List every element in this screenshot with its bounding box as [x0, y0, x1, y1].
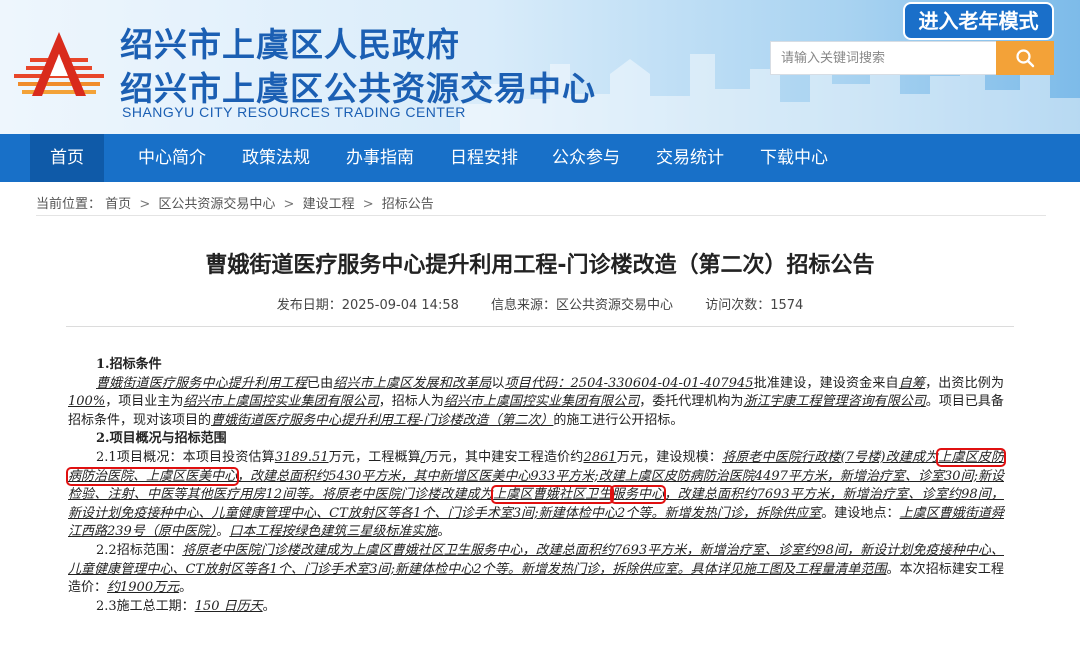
main-nav: 首页 中心简介 政策法规 办事指南 日程安排 公众参与 交易统计 下载中心: [0, 134, 1080, 182]
shangyu-logo-icon: [14, 32, 104, 96]
section-1-heading: 1.招标条件: [96, 357, 162, 372]
nav-item-policy[interactable]: 政策法规: [230, 134, 322, 182]
breadcrumb-construction[interactable]: 建设工程: [303, 197, 355, 212]
search-button[interactable]: [996, 41, 1054, 75]
tender-cost: 约1900万元: [107, 580, 180, 596]
nav-item-guide[interactable]: 办事指南: [334, 134, 426, 182]
nav-item-home[interactable]: 首页: [30, 134, 104, 182]
highlight-box-health-center: 上虞区曹娥社区卫生: [491, 485, 614, 505]
info-source-value: 区公共资源交易中心: [556, 298, 674, 313]
section-2-heading: 2.项目概况与招标范围: [96, 431, 227, 447]
publish-date: 发布日期：2025-09-04 14:58: [277, 298, 459, 313]
project-name: 曹娥街道医疗服务中心提升利用工程: [96, 375, 307, 391]
breadcrumb-prefix: 当前位置：: [36, 197, 102, 212]
construction-scale: 将原老中医院行政楼(7号楼)改建成为: [722, 449, 939, 465]
breadcrumb-separator: >: [362, 197, 374, 212]
article-title: 曹娥街道医疗服务中心提升利用工程-门诊楼改造（第二次）招标公告: [205, 253, 875, 278]
green-building-standard: 口本工程按绿色建筑三星级标准实施: [229, 524, 438, 540]
section-2-3-paragraph: 2.3施工总工期：150 日历天。: [68, 598, 1004, 617]
text-segment: 万元，建设规模：: [616, 449, 723, 465]
nav-item-public[interactable]: 公众参与: [540, 134, 632, 182]
text-segment: 万元，其中建安工程造价约: [425, 449, 584, 465]
elder-mode-button[interactable]: 进入老年模式: [903, 2, 1054, 40]
construction-period: 150 日历天: [194, 598, 263, 614]
text-segment: 批准建设，建设资金来自: [753, 375, 899, 391]
highlight-box-health-center: 服务中心: [609, 485, 667, 505]
nav-item-about[interactable]: 中心简介: [126, 134, 218, 182]
section-2-1-paragraph: 2.1项目概况：本项目投资估算3189.51万元，工程概算/万元，其中建安工程造…: [66, 447, 1006, 542]
approver: 绍兴市上虞区发展和改革局: [333, 375, 492, 391]
tender-scope: 将原老中医院门诊楼改建成为上虞区曹娥社区卫生服务中心，改建总面积约7693平方米…: [68, 542, 1004, 577]
text-segment: 。: [262, 598, 276, 614]
article-meta: 发布日期：2025-09-04 14:58 信息来源：区公共资源交易中心 访问次…: [0, 294, 1080, 313]
site-subtitle-english: SHANGYU CITY RESOURCES TRADING CENTER: [122, 104, 466, 120]
search-input[interactable]: [770, 41, 996, 75]
text-segment: 以: [491, 375, 505, 391]
text-segment: 2.1项目概况：本项目投资估算: [96, 449, 275, 465]
text-segment: ，招标人为: [378, 394, 444, 410]
breadcrumb-separator: >: [283, 197, 295, 212]
text-segment: 万元，工程概算: [328, 449, 421, 465]
site-header: 绍兴市上虞区人民政府 绍兴市上虞区公共资源交易中心 SHANGYU CITY R…: [0, 0, 1080, 134]
investment-estimate: 3189.51: [274, 449, 329, 465]
view-count-label: 访问次数：: [705, 298, 771, 313]
text-segment: ，委托代理机构为: [639, 394, 744, 410]
breadcrumb-center[interactable]: 区公共资源交易中心: [158, 197, 275, 212]
text-segment: 的施工进行公开招标。: [553, 412, 684, 428]
text-segment: 。: [179, 580, 193, 596]
text-segment: 。: [437, 524, 451, 540]
info-source-label: 信息来源：: [491, 298, 557, 313]
fund-source: 自筹: [898, 375, 926, 391]
section-1-paragraph: 曹娥街道医疗服务中心提升利用工程已由绍兴市上虞区发展和改革局以项目代码：2504…: [68, 375, 1004, 431]
site-title-government: 绍兴市上虞区人民政府: [120, 25, 460, 64]
section-2-2-paragraph: 2.2招标范围：将原老中医院门诊楼改建成为上虞区曹娥社区卫生服务中心，改建总面积…: [68, 542, 1004, 598]
text-segment: 2.3施工总工期：: [96, 598, 195, 614]
nav-item-statistics[interactable]: 交易统计: [644, 134, 736, 182]
view-count: 访问次数：1574: [705, 298, 803, 313]
breadcrumb-separator: >: [139, 197, 151, 212]
construction-cost: 2861: [583, 449, 617, 465]
breadcrumb: 当前位置： 首页 > 区公共资源交易中心 > 建设工程 > 招标公告: [36, 193, 434, 212]
breadcrumb-divider: [36, 215, 1046, 216]
project-owner: 绍兴市上虞国控实业集团有限公司: [183, 394, 379, 410]
site-title-trading-center: 绍兴市上虞区公共资源交易中心: [120, 69, 596, 108]
nav-item-schedule[interactable]: 日程安排: [438, 134, 530, 182]
fund-ratio: 100%: [68, 394, 106, 410]
agency: 浙江宇康工程管理咨询有限公司: [743, 394, 926, 410]
meta-divider: [66, 326, 1014, 327]
view-count-value: 1574: [770, 298, 804, 313]
project-full-name: 曹娥街道医疗服务中心提升利用工程-门诊楼改造（第二次）: [211, 412, 554, 428]
publish-date-value: 2025-09-04 14:58: [341, 298, 459, 313]
info-source: 信息来源：区公共资源交易中心: [491, 298, 673, 313]
breadcrumb-home[interactable]: 首页: [105, 197, 131, 212]
text-segment: 。: [216, 524, 230, 540]
text-segment: 2.2招标范围：: [96, 542, 183, 558]
article-body: 1.招标条件 曹娥街道医疗服务中心提升利用工程已由绍兴市上虞区发展和改革局以项目…: [66, 356, 1006, 617]
text-segment: ，项目业主为: [105, 394, 184, 410]
project-code: 项目代码：2504-330604-04-01-407945: [504, 375, 754, 391]
search-icon: [1016, 49, 1035, 68]
text-segment: 已由: [306, 375, 334, 391]
nav-item-download[interactable]: 下载中心: [748, 134, 840, 182]
breadcrumb-notice[interactable]: 招标公告: [382, 197, 434, 212]
text-segment: ，出资比例为: [925, 375, 1004, 391]
publish-date-label: 发布日期：: [276, 298, 342, 313]
tenderer: 绍兴市上虞国控实业集团有限公司: [443, 394, 640, 410]
text-segment: 。建设地点：: [821, 505, 900, 521]
